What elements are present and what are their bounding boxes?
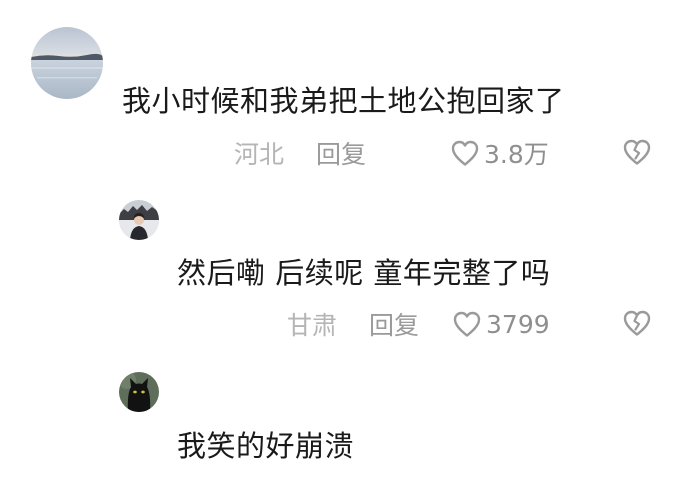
comment-meta: 河北 回复 3.8万 — [234, 133, 549, 173]
reply-item: 然后嘞 后续呢 童年完整了吗 甘肃 回复 3799 — [0, 190, 690, 355]
reply-item: 我笑的好崩溃 — [0, 355, 690, 479]
like-count: 3.8万 — [484, 140, 549, 169]
dislike-button[interactable] — [622, 138, 652, 166]
reply-button[interactable]: 回复 — [316, 135, 366, 171]
reply-text: 然后嘞 后续呢 童年完整了吗 — [177, 256, 551, 290]
lake-landscape-avatar[interactable] — [31, 27, 103, 99]
location-label: 甘肃 — [287, 311, 338, 340]
reply-text: 我笑的好崩溃 — [177, 429, 355, 463]
like-button[interactable]: 3799 — [452, 310, 550, 339]
black-cat-avatar[interactable] — [119, 372, 159, 412]
heart-icon — [450, 139, 480, 167]
reply-button[interactable]: 回复 — [369, 306, 419, 342]
reply-meta: 甘肃 回复 3799 — [287, 304, 550, 344]
comment-text: 我小时候和我弟把土地公抱回家了 — [122, 84, 565, 118]
broken-heart-icon — [622, 309, 652, 337]
comment-thread: 我小时候和我弟把土地公抱回家了 河北 回复 3.8万 然后嘞 后续呢 童年完整了… — [0, 0, 690, 479]
heart-icon — [452, 310, 482, 338]
broken-heart-icon — [622, 138, 652, 166]
dislike-button[interactable] — [622, 309, 652, 337]
comment-item: 我小时候和我弟把土地公抱回家了 河北 回复 3.8万 — [0, 0, 690, 190]
like-count: 3799 — [486, 309, 550, 339]
like-button[interactable]: 3.8万 — [450, 135, 549, 171]
location-label: 河北 — [234, 140, 285, 169]
person-snow-avatar[interactable] — [119, 200, 159, 240]
